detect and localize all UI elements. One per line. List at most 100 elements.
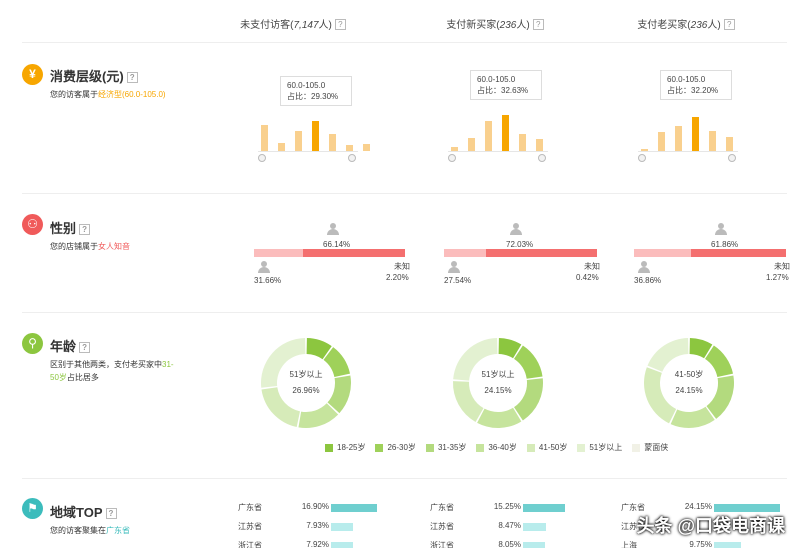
legend-swatch	[425, 443, 434, 452]
help-icon[interactable]: ?	[79, 224, 91, 235]
donut-center-value: 26.96%	[292, 386, 320, 395]
region-bar[interactable]	[714, 504, 780, 512]
region-name: 江苏省	[430, 522, 454, 531]
male-percent: 36.86%	[634, 276, 662, 285]
chart-bar[interactable]	[658, 132, 665, 151]
female-icon	[715, 223, 727, 235]
chart-bar[interactable]	[502, 115, 509, 151]
chart-bar[interactable]	[726, 137, 733, 151]
section-title-gender: 性别?	[50, 218, 91, 237]
male-percent: 31.66%	[254, 276, 282, 285]
legend-swatch	[325, 443, 333, 452]
help-icon[interactable]: ?	[334, 19, 346, 30]
yuan-icon: ¥	[22, 64, 43, 85]
donut-slice[interactable]	[298, 403, 339, 428]
legend-item[interactable]: 41-50岁	[526, 442, 567, 453]
bar-chart	[451, 115, 551, 151]
region-bar[interactable]	[331, 504, 377, 512]
region-bar[interactable]	[331, 542, 353, 548]
range-tooltip: 60.0-105.0 占比：32.63%	[470, 70, 542, 100]
legend-item[interactable]: 26-30岁	[375, 442, 416, 453]
chart-bar[interactable]	[278, 143, 285, 151]
unknown-percent: 2.20%	[386, 273, 409, 282]
region-bar[interactable]	[714, 542, 741, 548]
legend-label: 18-25岁	[337, 443, 366, 452]
column-suffix: 人)	[707, 20, 721, 31]
divider	[22, 193, 787, 194]
male-icon	[448, 261, 460, 273]
chart-bar[interactable]	[312, 121, 319, 151]
coin-low-icon	[638, 154, 646, 162]
coin-high-icon	[348, 154, 356, 162]
legend-item[interactable]: 36-40岁	[476, 442, 517, 453]
chart-bar[interactable]	[295, 131, 302, 151]
female-bar[interactable]	[691, 249, 786, 257]
column-count: 236	[499, 20, 517, 31]
legend-item[interactable]: 蒙面侠	[632, 442, 668, 453]
range-tooltip: 60.0-105.0 占比：32.20%	[660, 70, 732, 100]
region-name: 广东省	[430, 503, 454, 512]
family-icon: ⚲	[22, 333, 43, 354]
male-icon	[258, 261, 270, 273]
chart-bar[interactable]	[485, 121, 492, 151]
female-percent: 61.86%	[711, 240, 739, 249]
female-bar[interactable]	[486, 249, 597, 257]
legend-label: 蒙面侠	[644, 443, 669, 452]
chart-baseline	[258, 151, 358, 152]
chart-bar[interactable]	[261, 125, 268, 151]
region-percent: 9.75%	[689, 540, 712, 548]
female-icon	[510, 223, 522, 235]
help-icon[interactable]: ?	[126, 72, 138, 83]
male-bar[interactable]	[444, 249, 486, 257]
region-bar[interactable]	[523, 504, 565, 512]
help-icon[interactable]: ?	[532, 19, 544, 30]
legend-swatch	[375, 443, 384, 452]
legend-item[interactable]: 18-25岁	[325, 442, 365, 453]
help-icon[interactable]: ?	[79, 342, 91, 353]
female-percent: 72.03%	[506, 240, 534, 249]
chart-bar[interactable]	[709, 131, 716, 151]
help-icon[interactable]: ?	[723, 19, 735, 30]
donut-slice[interactable]	[477, 407, 522, 428]
coin-high-icon	[728, 154, 736, 162]
chart-bar[interactable]	[363, 144, 370, 151]
chart-bar[interactable]	[675, 126, 682, 151]
desc-highlight: 广东省	[106, 526, 130, 535]
users-icon: ⚇	[22, 214, 43, 235]
chart-bar[interactable]	[519, 134, 526, 151]
coin-low-icon	[448, 154, 456, 162]
help-icon[interactable]: ?	[105, 508, 117, 519]
legend-label: 51岁以上	[589, 443, 623, 452]
chart-bar[interactable]	[536, 139, 543, 151]
tooltip-range: 60.0-105.0	[477, 75, 516, 84]
section-desc-age: 区别于其他两类，支付老买家中31-50岁占比居多	[50, 358, 180, 384]
region-name: 浙江省	[238, 541, 262, 548]
bar-chart	[261, 115, 370, 151]
tooltip-range: 60.0-105.0	[667, 75, 706, 84]
donut-slice[interactable]	[670, 406, 715, 428]
donut-center-label: 51岁以上 26.96%	[276, 367, 336, 399]
legend-item[interactable]: 31-35岁	[425, 442, 466, 453]
donut-center-label: 41-50岁 24.15%	[659, 367, 719, 399]
chart-bar[interactable]	[468, 138, 475, 151]
column-header-new-buyers: 支付新买家(236人)?	[420, 16, 570, 31]
desc-text: 区别于其他两类，支付老买家中	[50, 360, 162, 369]
region-bar[interactable]	[331, 523, 353, 531]
watermark: 头条 @口袋电商课	[636, 516, 785, 536]
chart-bar[interactable]	[329, 134, 336, 151]
chart-bar[interactable]	[692, 117, 699, 151]
region-bar[interactable]	[523, 523, 546, 531]
region-bar[interactable]	[523, 542, 545, 548]
male-bar[interactable]	[254, 249, 303, 257]
female-bar[interactable]	[303, 249, 405, 257]
legend-item[interactable]: 51岁以上	[577, 442, 622, 453]
desc-suffix: 占比居多	[66, 373, 99, 382]
section-desc-spending: 您的访客属于经济型(60.0-105.0)	[50, 88, 166, 101]
donut-center-group: 41-50岁	[674, 370, 704, 379]
column-suffix: 人)	[318, 20, 332, 31]
section-title-region: 地域TOP?	[50, 502, 117, 521]
male-bar[interactable]	[634, 249, 691, 257]
region-percent: 7.93%	[306, 521, 329, 530]
donut-center-label: 51岁以上 24.15%	[468, 367, 528, 399]
column-label: 支付新买家(	[446, 20, 500, 31]
